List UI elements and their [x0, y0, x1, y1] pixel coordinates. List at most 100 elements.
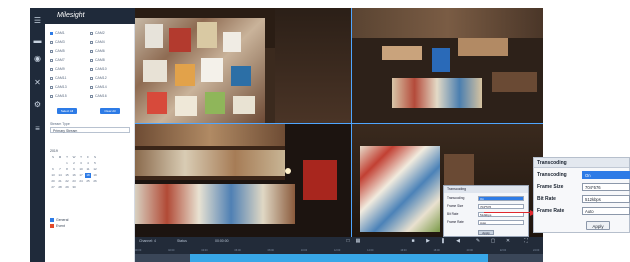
list-icon[interactable]: ≡	[33, 124, 42, 133]
settings-icon[interactable]: ⚙	[33, 100, 42, 109]
play-icon[interactable]: ▶	[425, 238, 431, 244]
channel-checkbox[interactable]: CAM8	[90, 57, 126, 63]
video-tile-1[interactable]	[135, 8, 351, 123]
channel-checkbox[interactable]: CAM1	[50, 30, 86, 36]
checkbox-box	[50, 58, 53, 62]
channel-label: CAM10	[95, 67, 107, 71]
calendar-day[interactable]: 18	[85, 173, 91, 178]
calendar-day[interactable]: 21	[57, 179, 63, 184]
calendar-day[interactable]: 11	[85, 167, 91, 172]
bit-rate-label: Bit Rate	[447, 212, 459, 216]
frame-size-select[interactable]: 704*576	[478, 204, 524, 209]
video-tile-2[interactable]	[352, 8, 543, 123]
calendar-day[interactable]: 3	[78, 161, 84, 166]
menu-icon[interactable]: ☰	[33, 16, 42, 25]
clip-icon[interactable]: ✎	[475, 238, 481, 244]
calendar-day[interactable]: 22	[64, 179, 70, 184]
legend-event: Event	[50, 224, 65, 229]
channel-label: CAM6	[95, 49, 105, 53]
channel-checkbox[interactable]: CAM4	[90, 39, 126, 45]
channel-checkbox[interactable]: CAM13	[50, 84, 86, 90]
stream-type-select[interactable]: Primary Stream	[50, 127, 130, 133]
checkbox-box	[50, 85, 53, 89]
calendar-day[interactable]: 29	[64, 185, 70, 190]
channel-label: CAM13	[55, 85, 67, 89]
channel-checkbox[interactable]: CAM10	[90, 66, 126, 72]
transcoding-callout: Transcoding Transcoding On Frame Size 70…	[533, 157, 630, 233]
channel-checkbox[interactable]: CAM9	[50, 66, 86, 72]
calendar-day[interactable]: 5	[92, 161, 98, 166]
calendar-day[interactable]: 19	[92, 173, 98, 178]
frame-rate-select[interactable]: Auto	[478, 220, 524, 225]
grid-divider-vertical	[351, 8, 352, 237]
channel-checkbox[interactable]: CAM6	[90, 48, 126, 54]
calendar-day[interactable]: 4	[85, 161, 91, 166]
channel-checkbox[interactable]: CAM15	[50, 93, 86, 99]
legend-swatch	[50, 224, 54, 229]
callout-frame-size-label: Frame Size	[537, 184, 564, 190]
clear-all-button[interactable]: Clear All	[100, 108, 120, 114]
calendar-day[interactable]: 17	[78, 173, 84, 178]
live-view-icon[interactable]: ▬	[33, 36, 42, 45]
callout-arrow	[484, 212, 534, 214]
icon-rail: ☰ ▬ ◉ ✕ ⚙ ≡	[30, 8, 45, 262]
checkbox-box	[50, 40, 53, 44]
channel-checkbox[interactable]: CAM3	[50, 39, 86, 45]
video-tile-3[interactable]	[135, 124, 351, 237]
calendar-day[interactable]: 9	[71, 167, 77, 172]
calendar-day[interactable]: 13	[50, 173, 56, 178]
calendar-day[interactable]: 30	[71, 185, 77, 190]
channel-checkbox[interactable]: CAM11	[50, 75, 86, 81]
calendar-day[interactable]: 2	[71, 161, 77, 166]
calendar-day[interactable]: 10	[78, 167, 84, 172]
calendar-day[interactable]: 26	[92, 179, 98, 184]
callout-frame-size-select[interactable]: 704*576	[582, 183, 630, 191]
calendar-day[interactable]: 8	[64, 167, 70, 172]
channel-label: CAM4	[95, 40, 105, 44]
callout-bit-rate-label: Bit Rate	[537, 196, 556, 202]
transcoding-select[interactable]: On	[478, 196, 524, 201]
calendar-day[interactable]: 28	[57, 185, 63, 190]
calendar-day[interactable]: 14	[57, 173, 63, 178]
callout-transcoding-select[interactable]: On	[582, 171, 630, 179]
channel-checkbox[interactable]: CAM16	[90, 93, 126, 99]
calendar-day[interactable]: 24	[78, 179, 84, 184]
channel-checkbox[interactable]: CAM12	[90, 75, 126, 81]
checkbox-box	[50, 67, 53, 71]
channel-checkbox[interactable]: CAM2	[90, 30, 126, 36]
frame-size-label: Frame Size	[447, 204, 464, 208]
calendar-day[interactable]: 15	[64, 173, 70, 178]
calendar-day[interactable]: 23	[71, 179, 77, 184]
channel-checkbox[interactable]: CAM7	[50, 57, 86, 63]
channel-checkbox[interactable]: CAM5	[50, 48, 86, 54]
fullscreen-icon[interactable]: ⛶	[523, 238, 529, 244]
calendar-day[interactable]: 25	[85, 179, 91, 184]
select-all-button[interactable]: Select All	[57, 108, 77, 114]
channel-label: CAM9	[55, 67, 65, 71]
callout-frame-rate-label: Frame Rate	[537, 208, 565, 214]
tools-icon[interactable]: ✕	[33, 78, 42, 87]
checkbox-box	[90, 49, 93, 53]
calendar-day[interactable]: 12	[92, 167, 98, 172]
layout-quad-icon[interactable]: ▦	[355, 238, 361, 244]
calendar-day[interactable]: 1	[64, 161, 70, 166]
playback-icon[interactable]: ◉	[33, 54, 42, 63]
calendar-day[interactable]: 20	[50, 179, 56, 184]
calendar-day[interactable]: 6	[50, 167, 56, 172]
close-icon[interactable]: ✕	[505, 238, 511, 244]
channel-checkbox[interactable]: CAM14	[90, 84, 126, 90]
calendar-day[interactable]: 7	[57, 167, 63, 172]
callout-bit-rate-select[interactable]: 512kbps	[582, 195, 630, 203]
calendar-day[interactable]: 27	[50, 185, 56, 190]
apply-button[interactable]: Apply	[478, 230, 494, 235]
rewind-icon[interactable]: ◀	[455, 238, 461, 244]
layout-single-icon[interactable]: □	[345, 238, 351, 244]
calendar-day[interactable]: 16	[71, 173, 77, 178]
time-label: 00:00:00	[215, 239, 229, 243]
calendar-weekday: F	[87, 155, 89, 159]
stop-icon[interactable]: ■	[410, 238, 416, 244]
pause-icon[interactable]: ❚	[440, 238, 446, 244]
callout-apply-button[interactable]: Apply	[586, 221, 610, 230]
callout-frame-rate-select[interactable]: Auto	[582, 207, 630, 215]
snapshot-icon[interactable]: ▢	[490, 238, 496, 244]
